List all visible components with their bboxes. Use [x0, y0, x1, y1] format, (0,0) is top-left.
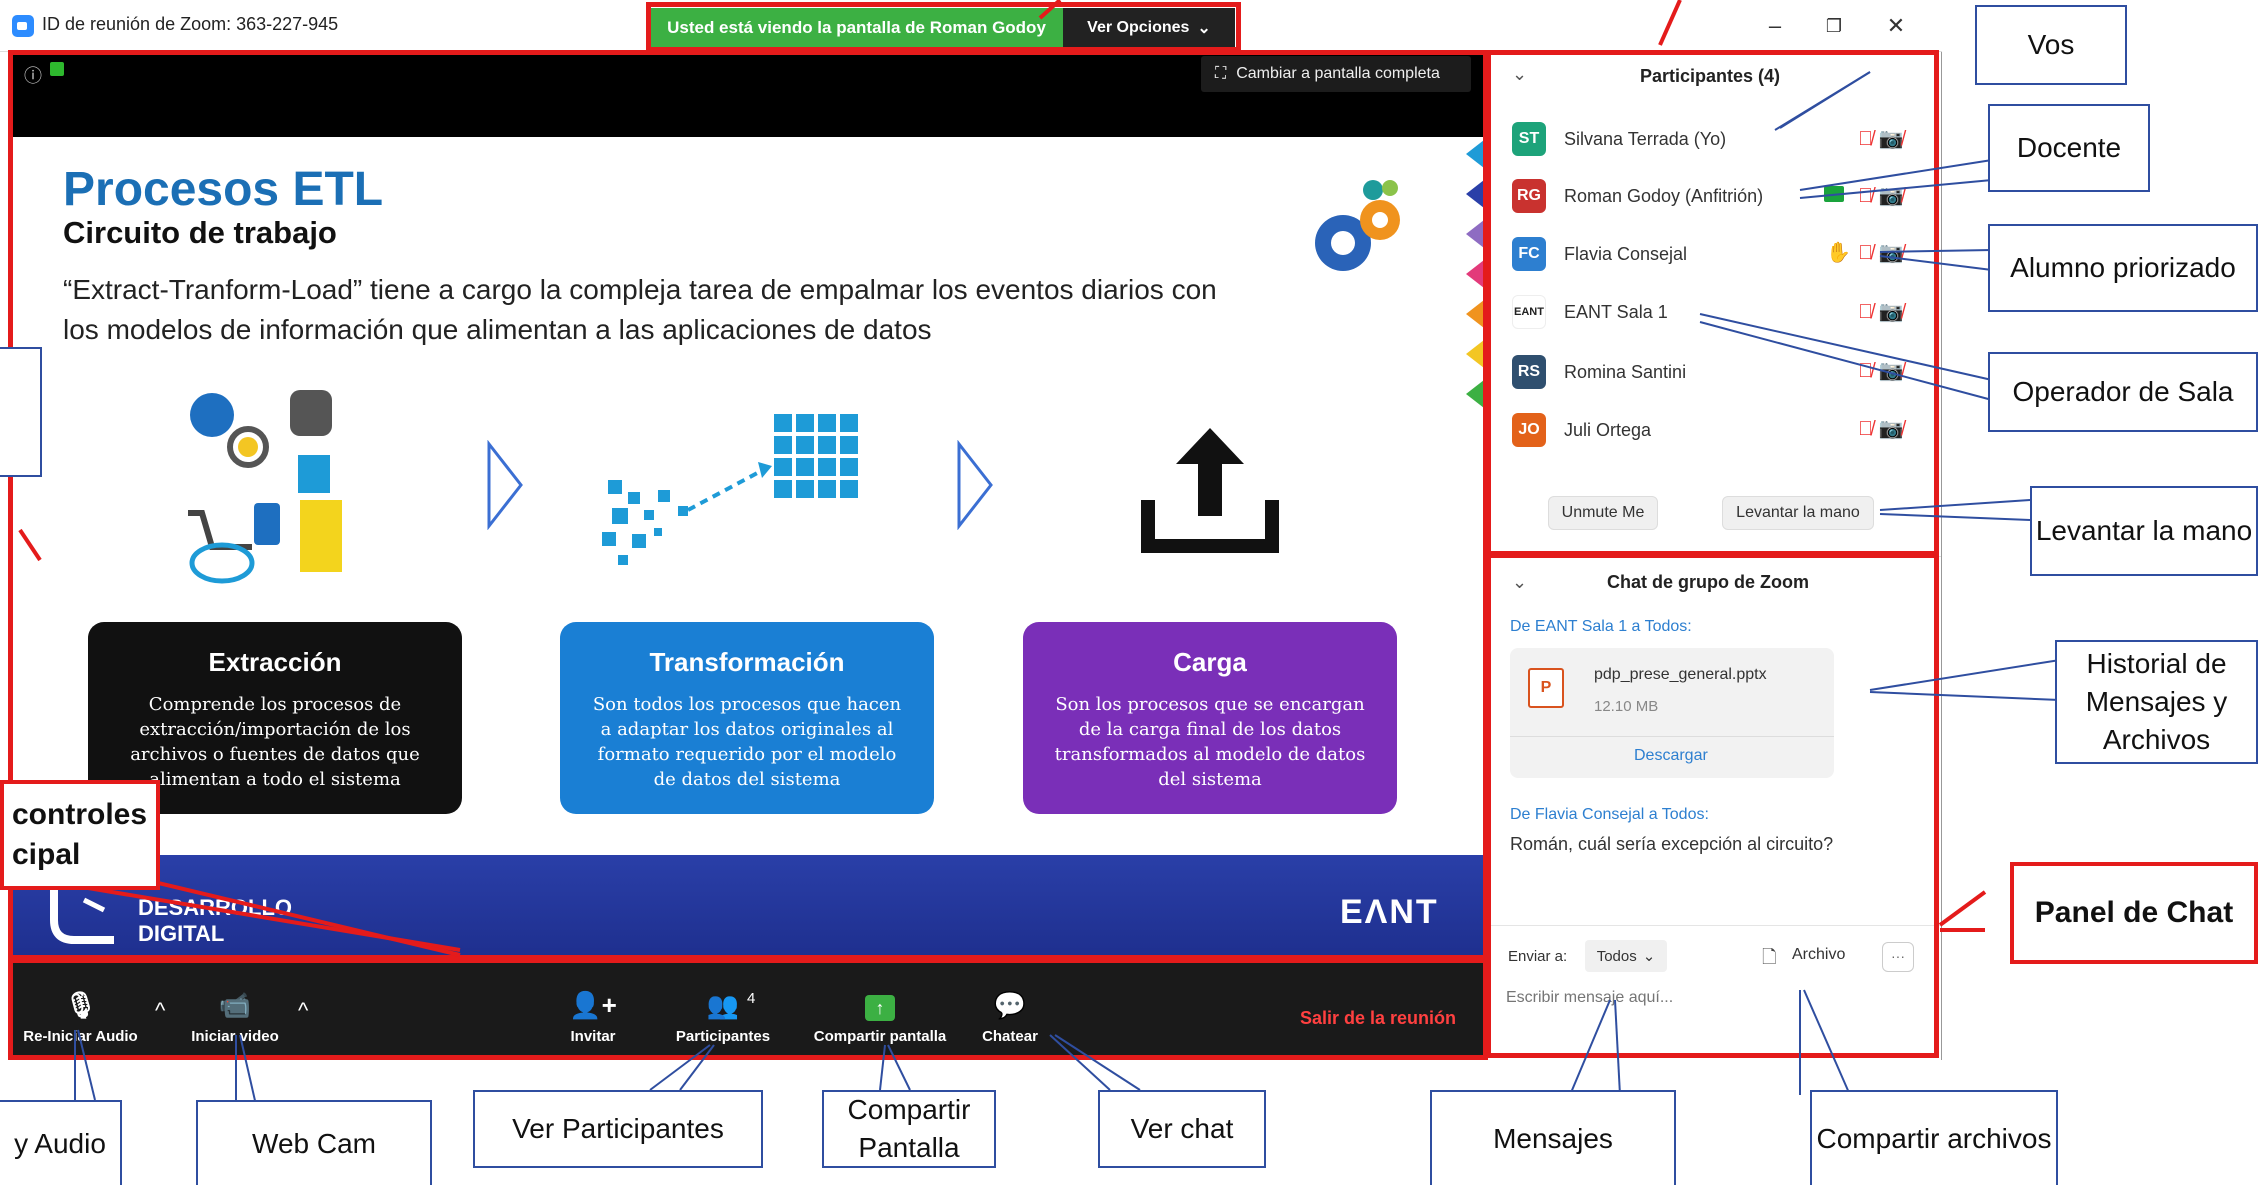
callout-docente: Docente: [1988, 104, 2150, 192]
callout-levantar-mano: Levantar la mano: [2030, 486, 2258, 576]
screenshot-stage: ID de reunión de Zoom: 363-227-945 – ❐ ✕…: [0, 0, 2258, 1185]
callout-left-partial: [0, 347, 42, 477]
callout-controles: controles cipal: [0, 780, 160, 890]
callout-ver-participantes: Ver Participantes: [473, 1090, 763, 1168]
callout-audio: y Audio: [0, 1100, 122, 1185]
annotation-lines: [18, 0, 2061, 1106]
callout-alumno-priorizado: Alumno priorizado: [1988, 224, 2258, 312]
callout-mensajes: Mensajes: [1430, 1090, 1676, 1185]
callout-compartir-archivos: Compartir archivos: [1810, 1090, 2058, 1185]
callout-historial: Historial de Mensajes y Archivos: [2055, 640, 2258, 764]
callout-webcam: Web Cam: [196, 1100, 432, 1185]
callout-operador-sala: Operador de Sala: [1988, 352, 2258, 432]
callout-vos: Vos: [1975, 5, 2127, 85]
callout-compartir-pantalla: Compartir Pantalla: [822, 1090, 996, 1168]
callout-ver-chat: Ver chat: [1098, 1090, 1266, 1168]
callout-panel-chat: Panel de Chat: [2010, 862, 2258, 964]
